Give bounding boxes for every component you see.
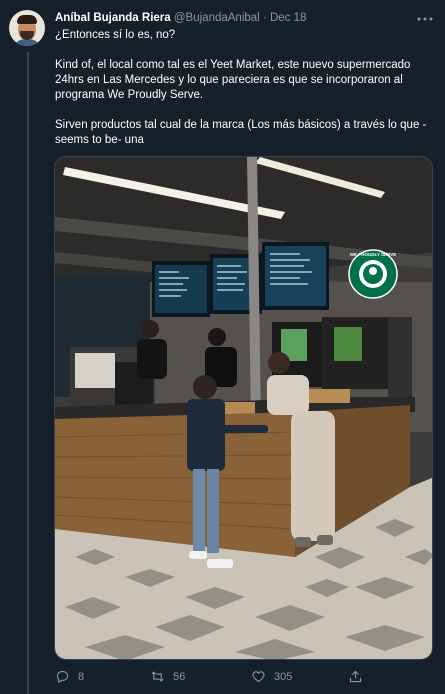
retweet-count: 56 (173, 670, 186, 683)
author-name[interactable]: Aníbal Bujanda Riera (55, 12, 171, 24)
retweet-icon (151, 671, 164, 682)
tweet-paragraph-1: ¿Entonces sí lo es, no? (55, 29, 176, 41)
thread-line (27, 52, 29, 694)
like-count: 305 (274, 670, 293, 683)
tweet-actions: 8 56 305 (55, 669, 435, 687)
separator-dot: · (262, 12, 267, 24)
reply-count: 8 (78, 670, 85, 683)
share-icon (349, 670, 362, 683)
like-button[interactable]: 305 (251, 669, 292, 684)
reply-icon (56, 670, 69, 684)
tweet-text: ¿Entonces sí lo es, no? Kind of, el loca… (55, 28, 433, 148)
tweet-header: Aníbal Bujanda Riera @BujandaAnibal · De… (55, 12, 306, 24)
share-button[interactable] (348, 669, 371, 684)
author-handle[interactable]: @BujandaAnibal (174, 12, 260, 24)
tweet-paragraph-2: Kind of, el local como tal es el Yeet Ma… (55, 59, 411, 101)
tweet-date[interactable]: Dec 18 (270, 12, 306, 24)
retweet-button[interactable]: 56 (150, 669, 185, 684)
logo-text: WE PROUDLY SERVE (350, 252, 396, 257)
reply-button[interactable]: 8 (55, 669, 84, 684)
heart-icon (252, 671, 265, 683)
avatar[interactable] (9, 10, 45, 46)
more-icon[interactable] (417, 10, 433, 25)
tweet-paragraph-3: Sirven productos tal cual de la marca (L… (55, 119, 427, 146)
tweet-photo[interactable]: WE PROUDLY SERVE (54, 156, 433, 660)
